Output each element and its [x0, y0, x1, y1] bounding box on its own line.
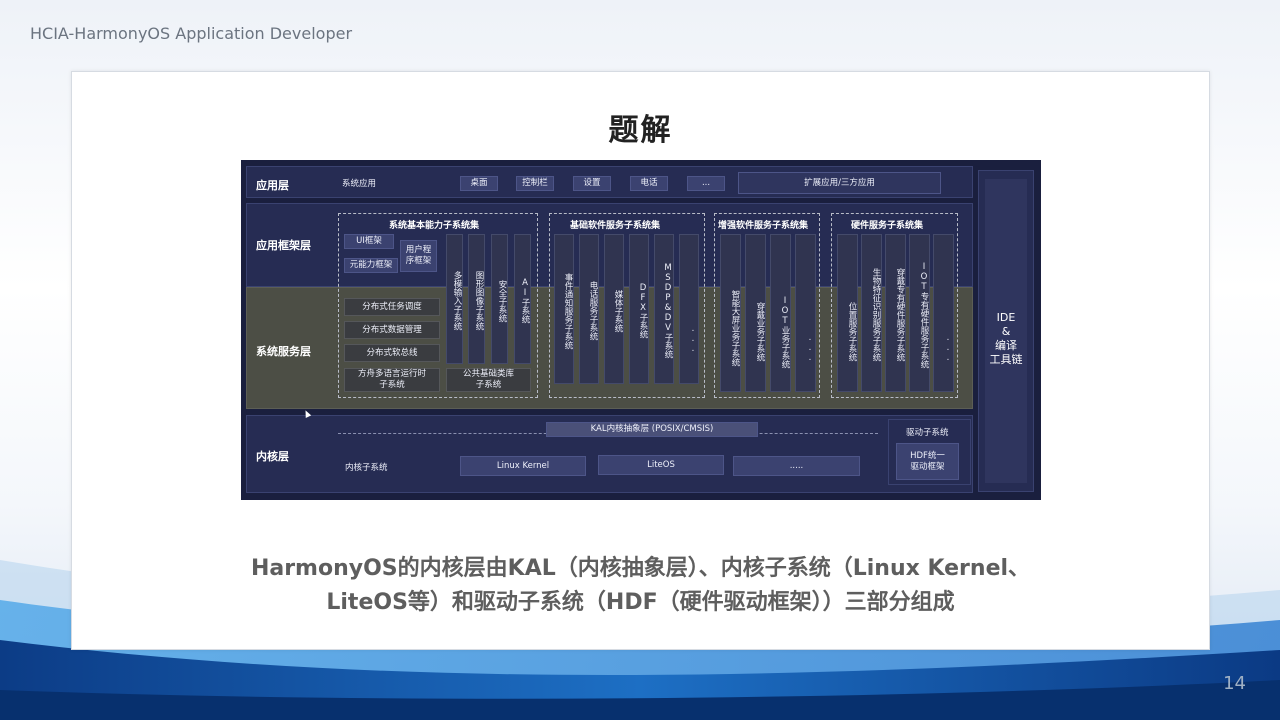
ide-line-1: IDE: [996, 311, 1016, 324]
kal-abstraction: KAL内核抽象层 (POSIX/CMSIS): [546, 422, 758, 437]
app-chip-more: ...: [687, 176, 725, 191]
ide-line-4: 工具链: [989, 353, 1023, 366]
basic-col-1: 多模输入子系统: [446, 234, 463, 364]
hardware-col-3: 穿戴专有硬件服务子系统: [885, 234, 906, 392]
ide-line-2: &: [1001, 325, 1011, 338]
hardware-col-1: 位置服务子系统: [837, 234, 858, 392]
driver-subsystem-label: 驱动子系统: [906, 428, 949, 438]
slide-card: 题解 应用层 系统应用 桌面 控制栏 设置 电话 ... 扩展应用/三方应用 应…: [71, 71, 1210, 650]
system-apps-label: 系统应用: [342, 179, 377, 189]
software-group-title: 基础软件服务子系统集: [570, 221, 661, 231]
linux-kernel: Linux Kernel: [460, 456, 586, 476]
ark-runtime: 方舟多语言运行时子系统: [344, 368, 440, 392]
enhanced-col-2: 穿戴业务子系统: [745, 234, 766, 392]
architecture-diagram: 应用层 系统应用 桌面 控制栏 设置 电话 ... 扩展应用/三方应用 应用框架…: [241, 160, 1041, 500]
hardware-col-2: 生物特征识别服务子系统: [861, 234, 882, 392]
caption-line-1: HarmonyOS的内核层由KAL（内核抽象层）、内核子系统（Linux Ker…: [250, 556, 1031, 581]
user-program-framework: 用户程序框架: [400, 240, 437, 272]
software-col-5: MSDP&DV子系统: [654, 234, 674, 384]
basic-col-3: 安全子系统: [491, 234, 508, 364]
page-number: 14: [1223, 673, 1246, 694]
app-layer-label: 应用层: [256, 179, 289, 192]
hardware-col-5: ...: [933, 234, 954, 392]
enhanced-group-title: 增强软件服务子系统集: [718, 221, 809, 231]
ide-text: IDE & 编译 工具链: [979, 311, 1033, 367]
kernel-layer-label: 内核层: [256, 450, 289, 463]
software-col-1: 事件通知服务子系统: [554, 234, 574, 384]
ability-framework: 元能力框架: [344, 258, 398, 273]
caption-line-2: LiteOS等）和驱动子系统（HDF（硬件驱动框架））三部分组成: [326, 590, 955, 615]
distributed-data: 分布式数据管理: [344, 321, 440, 339]
course-header: HCIA-HarmonyOS Application Developer: [30, 24, 353, 43]
kernel-subsystem-label: 内核子系统: [345, 463, 388, 473]
basic-col-4: AI子系统: [514, 234, 531, 364]
hardware-group-title: 硬件服务子系统集: [851, 221, 924, 231]
kernel-more: .....: [733, 456, 860, 476]
common-lib: 公共基础类库子系统: [446, 368, 531, 392]
app-chip-phone: 电话: [630, 176, 668, 191]
distributed-bus: 分布式软总线: [344, 344, 440, 362]
enhanced-col-3: IOT业务子系统: [770, 234, 791, 392]
enhanced-col-4: ...: [795, 234, 816, 392]
liteos: LiteOS: [598, 455, 724, 475]
hdf-framework: HDF统一驱动框架: [896, 443, 959, 480]
software-col-3: 媒体子系统: [604, 234, 624, 384]
extended-apps: 扩展应用/三方应用: [738, 172, 941, 194]
ui-framework: UI框架: [344, 234, 394, 249]
hardware-col-4: IOT专有硬件服务子系统: [909, 234, 930, 392]
service-layer-label: 系统服务层: [256, 345, 311, 358]
distributed-task: 分布式任务调度: [344, 298, 440, 316]
framework-layer-label: 应用框架层: [256, 239, 311, 252]
ide-line-3: 编译: [995, 339, 1017, 352]
slide-title: 题解: [608, 113, 673, 148]
software-col-2: 电话服务子系统: [579, 234, 599, 384]
app-chip-control: 控制栏: [516, 176, 554, 191]
app-chip-desktop: 桌面: [460, 176, 498, 191]
basic-col-2: 图形图像子系统: [468, 234, 485, 364]
software-col-6: ...: [679, 234, 699, 384]
enhanced-col-1: 智能大屏业务子系统: [720, 234, 741, 392]
app-chip-settings: 设置: [573, 176, 611, 191]
software-col-4: DFX子系统: [629, 234, 649, 384]
ide-toolchain: IDE & 编译 工具链: [978, 170, 1034, 492]
basic-group-title: 系统基本能力子系统集: [389, 221, 480, 231]
